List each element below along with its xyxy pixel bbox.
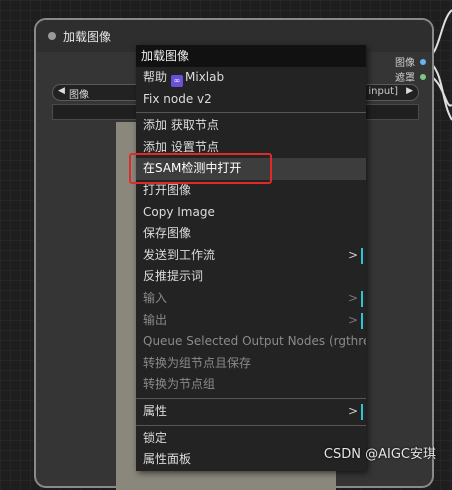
menu-item-label: 转换为节点组 xyxy=(143,377,216,392)
menu-item-label: Queue Selected Output Nodes (rgthree) xyxy=(143,334,366,349)
menu-item-queue-selected[interactable]: Queue Selected Output Nodes (rgthree) xyxy=(136,331,366,353)
menu-separator xyxy=(136,112,366,114)
menu-item-label: 帮助 xyxy=(143,70,168,84)
menu-item-reverse-prompt[interactable]: 反推提示词 xyxy=(136,266,366,288)
menu-separator xyxy=(136,397,366,399)
output-image-label: 图像 xyxy=(395,58,415,69)
menu-item-send-to-workflow[interactable]: 发送到工作流 > xyxy=(136,245,366,267)
menu-item-copy-image[interactable]: Copy Image xyxy=(136,202,366,224)
menu-item-fix-node[interactable]: Fix node v2 xyxy=(136,89,366,111)
mixlab-icon: ∞ xyxy=(171,75,184,87)
node-collapse-dot[interactable] xyxy=(48,32,56,40)
watermark: CSDN @AIGC安琪 xyxy=(323,447,436,462)
menu-item-label: 添加 设置节点 xyxy=(143,139,219,154)
menu-item-add-get-node[interactable]: 添加 获取节点 xyxy=(136,115,366,137)
menu-item-label: 反推提示词 xyxy=(143,269,204,284)
menu-item-label: 转换为组节点且保存 xyxy=(143,355,252,370)
prev-arrow-icon[interactable]: ◀ xyxy=(58,86,65,96)
menu-item-label: 属性面板 xyxy=(143,452,192,467)
widget-label: 图像 xyxy=(69,90,89,101)
menu-item-label: 输入 xyxy=(143,290,168,305)
output-image[interactable]: 图像 xyxy=(395,54,426,69)
submenu-indicator xyxy=(361,247,363,264)
output-mask-label: 遮罩 xyxy=(395,73,415,84)
context-menu[interactable]: 加载图像 帮助 ∞ Mixlab Fix node v2 添加 获取节点 添加 设置… xyxy=(136,45,366,471)
menu-item-convert-group-save[interactable]: 转换为组节点且保存 xyxy=(136,353,366,375)
node-title: 加载图像 xyxy=(63,30,112,44)
next-arrow-icon[interactable]: ▶ xyxy=(406,86,413,96)
output-mask-socket[interactable] xyxy=(420,73,426,80)
menu-item-help[interactable]: 帮助 ∞ Mixlab xyxy=(136,67,366,89)
submenu-arrow-icon: > xyxy=(347,403,358,418)
submenu-indicator xyxy=(361,403,363,420)
menu-item-outputs[interactable]: 输出 > xyxy=(136,310,366,332)
menu-item-label: 发送到工作流 xyxy=(143,247,216,262)
menu-separator xyxy=(136,424,366,426)
widget-value: input] xyxy=(368,86,398,97)
menu-item-inputs[interactable]: 输入 > xyxy=(136,288,366,310)
menu-item-label: 添加 获取节点 xyxy=(143,118,219,133)
submenu-arrow-icon: > xyxy=(347,247,358,262)
output-image-socket[interactable] xyxy=(420,58,426,65)
menu-item-label: Fix node v2 xyxy=(143,91,212,106)
submenu-indicator xyxy=(361,290,363,307)
menu-item-save-image[interactable]: 保存图像 xyxy=(136,223,366,245)
menu-item-label: 锁定 xyxy=(143,430,168,445)
menu-item-label: 属性 xyxy=(143,403,168,418)
submenu-arrow-icon: > xyxy=(347,290,358,305)
menu-item-label: 输出 xyxy=(143,312,168,327)
menu-title: 加载图像 xyxy=(136,45,366,67)
menu-item-convert-group[interactable]: 转换为节点组 xyxy=(136,374,366,396)
menu-item-label: 打开图像 xyxy=(143,182,192,197)
submenu-arrow-icon: > xyxy=(347,312,358,327)
menu-item-properties[interactable]: 属性 > xyxy=(136,401,366,423)
mixlab-label: Mixlab xyxy=(185,70,225,84)
menu-item-label: Copy Image xyxy=(143,204,215,219)
highlight-annotation-box xyxy=(129,153,272,184)
output-mask[interactable]: 遮罩 xyxy=(395,69,426,84)
submenu-indicator xyxy=(361,312,363,329)
menu-item-label: 保存图像 xyxy=(143,226,192,241)
